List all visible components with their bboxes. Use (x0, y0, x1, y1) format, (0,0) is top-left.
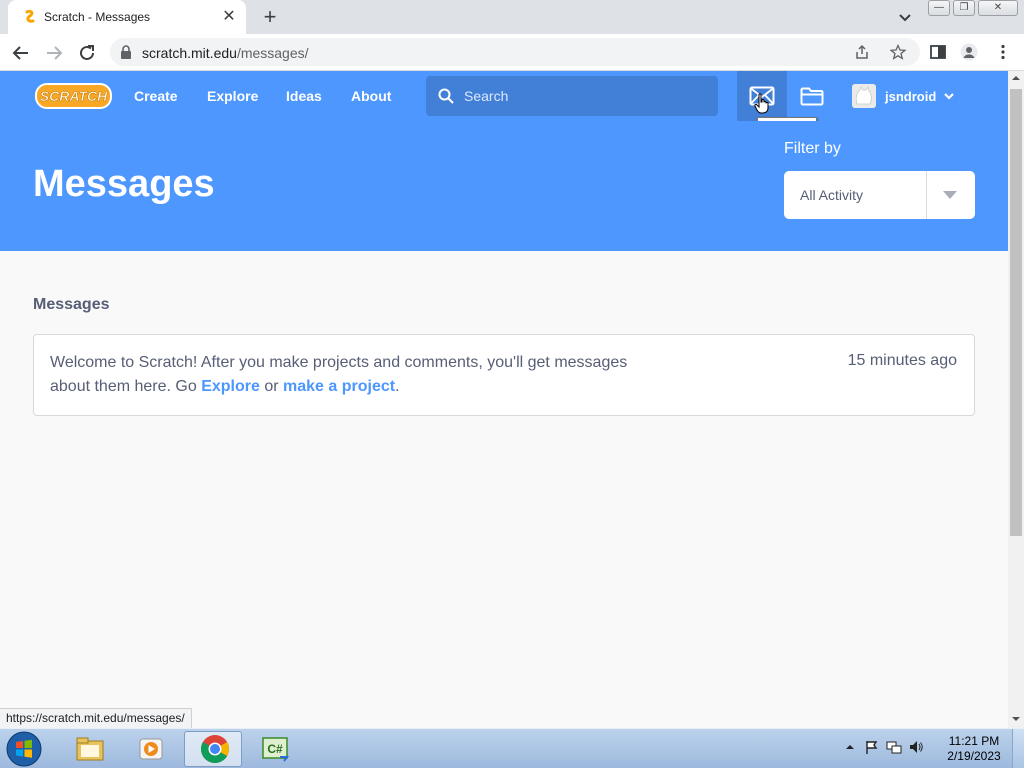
side-panel-icon[interactable] (929, 43, 947, 61)
username-label[interactable]: jsndroid (885, 89, 936, 104)
window-controls: — ❐ ✕ (925, 0, 1018, 16)
taskbar-chrome[interactable] (184, 731, 242, 767)
search-icon (438, 88, 454, 104)
message-timestamp: 15 minutes ago (847, 352, 957, 369)
action-center-flag-icon[interactable] (864, 739, 880, 755)
search-box (426, 76, 718, 116)
page-scrollbar[interactable] (1008, 71, 1024, 728)
chrome-icon (201, 735, 229, 763)
restore-button[interactable]: ❐ (953, 0, 975, 16)
nav-create-link[interactable]: Create (134, 88, 178, 104)
avatar[interactable] (852, 84, 876, 108)
caret-down-icon (943, 191, 957, 199)
messages-button[interactable] (737, 71, 787, 121)
browser-tab-strip: Scratch - Messages ✕ + — ❐ ✕ (0, 0, 1024, 34)
volume-icon[interactable] (908, 739, 924, 755)
address-bar[interactable]: scratch.mit.edu/messages/ (110, 38, 920, 66)
make-a-project-link[interactable]: make a project (283, 378, 395, 395)
scroll-up-arrow-icon[interactable] (1012, 74, 1020, 82)
messages-section-title: Messages (33, 296, 110, 313)
hand-cursor-icon (754, 93, 769, 114)
svg-text:SCRATCH: SCRATCH (40, 88, 108, 104)
svg-text:C#: C# (267, 742, 283, 756)
filter-label: Filter by (784, 140, 841, 157)
new-tab-icon[interactable]: + (259, 6, 281, 28)
scroll-down-arrow-icon[interactable] (1012, 715, 1020, 723)
back-arrow-icon[interactable] (10, 42, 32, 64)
chevron-down-icon[interactable] (942, 90, 956, 102)
taskbar-explorer[interactable] (60, 731, 118, 767)
taskbar-csharp[interactable]: C# (245, 731, 303, 767)
taskbar-clock[interactable]: 11:21 PM 2/19/2023 (944, 734, 1004, 764)
page-title: Messages (33, 163, 215, 205)
filter-selected-value: All Activity (800, 187, 864, 203)
windows-start-icon[interactable] (6, 731, 42, 767)
tab-close-icon[interactable]: ✕ (220, 8, 238, 26)
message-text: Welcome to Scratch! After you make proje… (50, 354, 628, 395)
folder-icon (76, 737, 104, 761)
nav-explore-link[interactable]: Explore (207, 88, 258, 104)
windows-taskbar: C# 11:21 PM 2/19/2023 (0, 728, 1024, 768)
message-card: Welcome to Scratch! After you make proje… (33, 334, 975, 416)
nav-ideas-link[interactable]: Ideas (286, 88, 322, 104)
browser-tab[interactable]: Scratch - Messages ✕ (8, 0, 246, 34)
search-input[interactable] (464, 76, 714, 116)
folder-icon (800, 87, 824, 106)
profile-icon[interactable] (960, 43, 978, 61)
taskbar-media-player[interactable] (121, 731, 179, 767)
system-tray (842, 739, 930, 755)
forward-arrow-icon[interactable] (43, 42, 65, 64)
url-text: scratch.mit.edu/messages/ (142, 45, 309, 61)
share-icon[interactable] (854, 44, 870, 60)
bookmark-star-icon[interactable] (890, 44, 906, 60)
messages-banner: Messages Filter by All Activity (0, 121, 1008, 251)
media-player-icon (139, 738, 163, 760)
tab-title: Scratch - Messages (44, 10, 151, 24)
nav-about-link[interactable]: About (351, 88, 391, 104)
csharp-icon: C# (262, 737, 289, 762)
minimize-button[interactable]: — (928, 0, 950, 16)
clock-time: 11:21 PM (948, 734, 1000, 748)
scratch-navbar: SCRATCH Create Explore Ideas About jsndr… (0, 71, 1008, 121)
show-desktop-button[interactable] (1012, 729, 1024, 768)
scratch-logo[interactable]: SCRATCH (35, 83, 112, 109)
window-close-button[interactable]: ✕ (978, 0, 1018, 16)
link-status-bubble: https://scratch.mit.edu/messages/ (0, 708, 192, 728)
tab-search-chevron-icon[interactable] (896, 8, 914, 26)
network-icon[interactable] (886, 739, 902, 755)
browser-menu-icon[interactable] (994, 43, 1012, 61)
filter-dropdown[interactable]: All Activity (784, 171, 975, 219)
explore-link[interactable]: Explore (201, 378, 260, 395)
reload-icon[interactable] (76, 42, 98, 64)
filter-divider (926, 171, 927, 219)
scrollbar-thumb[interactable] (1010, 89, 1022, 536)
browser-toolbar: scratch.mit.edu/messages/ (0, 34, 1024, 71)
clock-date: 2/19/2023 (947, 749, 1001, 763)
scratch-favicon-icon (25, 9, 35, 23)
tray-expand-icon[interactable] (842, 739, 858, 755)
lock-icon[interactable] (120, 45, 132, 59)
my-stuff-button[interactable] (787, 71, 837, 121)
